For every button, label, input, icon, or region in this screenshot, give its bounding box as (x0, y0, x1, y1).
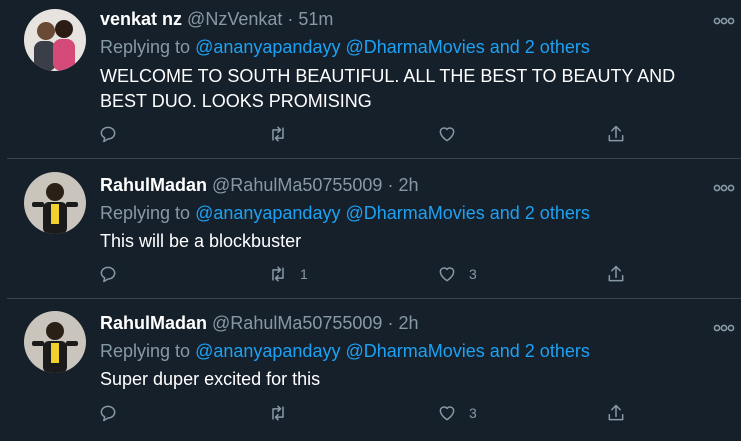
timestamp[interactable]: 51m (298, 9, 333, 29)
user-handle[interactable]: @NzVenkat (187, 9, 282, 29)
tweet-header: RahulMadan @RahulMa50755009 · 2h (100, 175, 419, 196)
replying-to-label: Replying to (100, 203, 191, 223)
share-icon (608, 125, 624, 142)
tweet-header: venkat nz @NzVenkat · 51m (100, 9, 333, 30)
reply-icon (100, 266, 116, 283)
reply-button[interactable] (98, 401, 118, 425)
user-handle[interactable]: @RahulMa50755009 (212, 313, 382, 333)
retweet-icon (272, 405, 284, 421)
like-count: 3 (469, 405, 477, 421)
like-button[interactable]: 3 (437, 262, 477, 286)
heart-icon (439, 267, 455, 282)
more-icon[interactable] (713, 179, 735, 192)
reply-icon (100, 405, 116, 422)
tweet[interactable]: venkat nz @NzVenkat · 51m Replying to @a… (7, 0, 741, 159)
share-button[interactable] (606, 262, 626, 286)
tweet[interactable]: RahulMadan @RahulMa50755009 · 2h Replyin… (7, 299, 741, 441)
replying-to-mentions[interactable]: @ananyapandayy @DharmaMovies and 2 other… (195, 341, 590, 361)
timestamp[interactable]: 2h (398, 313, 418, 333)
tweet-text: This will be a blockbuster (100, 231, 302, 251)
avatar[interactable] (24, 172, 86, 234)
action-bar: 1 3 (98, 262, 624, 286)
heart-icon (439, 127, 455, 142)
tweet-text: Super duper excited for this (100, 369, 321, 389)
replying-to-label: Replying to (100, 37, 191, 57)
action-bar (98, 122, 624, 146)
retweet-button[interactable]: 1 (268, 262, 308, 286)
retweet-count: 1 (300, 266, 308, 282)
more-icon[interactable] (713, 12, 735, 25)
display-name[interactable]: RahulMadan (100, 313, 207, 333)
replying-to-mentions[interactable]: @ananyapandayy @DharmaMovies and 2 other… (195, 37, 590, 57)
action-bar: 3 (98, 401, 624, 425)
replying-to-label: Replying to (100, 341, 191, 361)
separator-dot: · (387, 313, 394, 333)
like-button[interactable] (437, 122, 469, 146)
heart-icon (439, 406, 455, 421)
share-button[interactable] (606, 122, 626, 146)
share-icon (608, 404, 624, 421)
display-name[interactable]: RahulMadan (100, 175, 207, 195)
retweet-button[interactable] (268, 122, 300, 146)
share-icon (608, 265, 624, 282)
display-name[interactable]: venkat nz (100, 9, 182, 29)
timestamp[interactable]: 2h (398, 175, 418, 195)
reply-button[interactable] (98, 262, 118, 286)
avatar[interactable] (24, 9, 86, 71)
avatar[interactable] (24, 311, 86, 373)
replying-to: Replying to @ananyapandayy @DharmaMovies… (100, 203, 590, 224)
replying-to: Replying to @ananyapandayy @DharmaMovies… (100, 341, 590, 362)
like-count: 3 (469, 266, 477, 282)
tweet-text: WELCOME TO SOUTH BEAUTIFUL. ALL THE BEST… (100, 66, 676, 111)
replying-to-mentions[interactable]: @ananyapandayy @DharmaMovies and 2 other… (195, 203, 590, 223)
reply-button[interactable] (98, 122, 118, 146)
share-button[interactable] (606, 401, 626, 425)
retweet-icon (272, 266, 284, 282)
reply-icon (100, 126, 116, 143)
separator-dot: · (287, 9, 294, 29)
separator-dot: · (387, 175, 394, 195)
retweet-button[interactable] (268, 401, 300, 425)
retweet-icon (272, 126, 284, 142)
like-button[interactable]: 3 (437, 401, 477, 425)
tweet[interactable]: RahulMadan @RahulMa50755009 · 2h Replyin… (7, 161, 741, 299)
replying-to: Replying to @ananyapandayy @DharmaMovies… (100, 37, 590, 58)
more-icon[interactable] (713, 319, 735, 332)
tweet-header: RahulMadan @RahulMa50755009 · 2h (100, 313, 419, 334)
user-handle[interactable]: @RahulMa50755009 (212, 175, 382, 195)
